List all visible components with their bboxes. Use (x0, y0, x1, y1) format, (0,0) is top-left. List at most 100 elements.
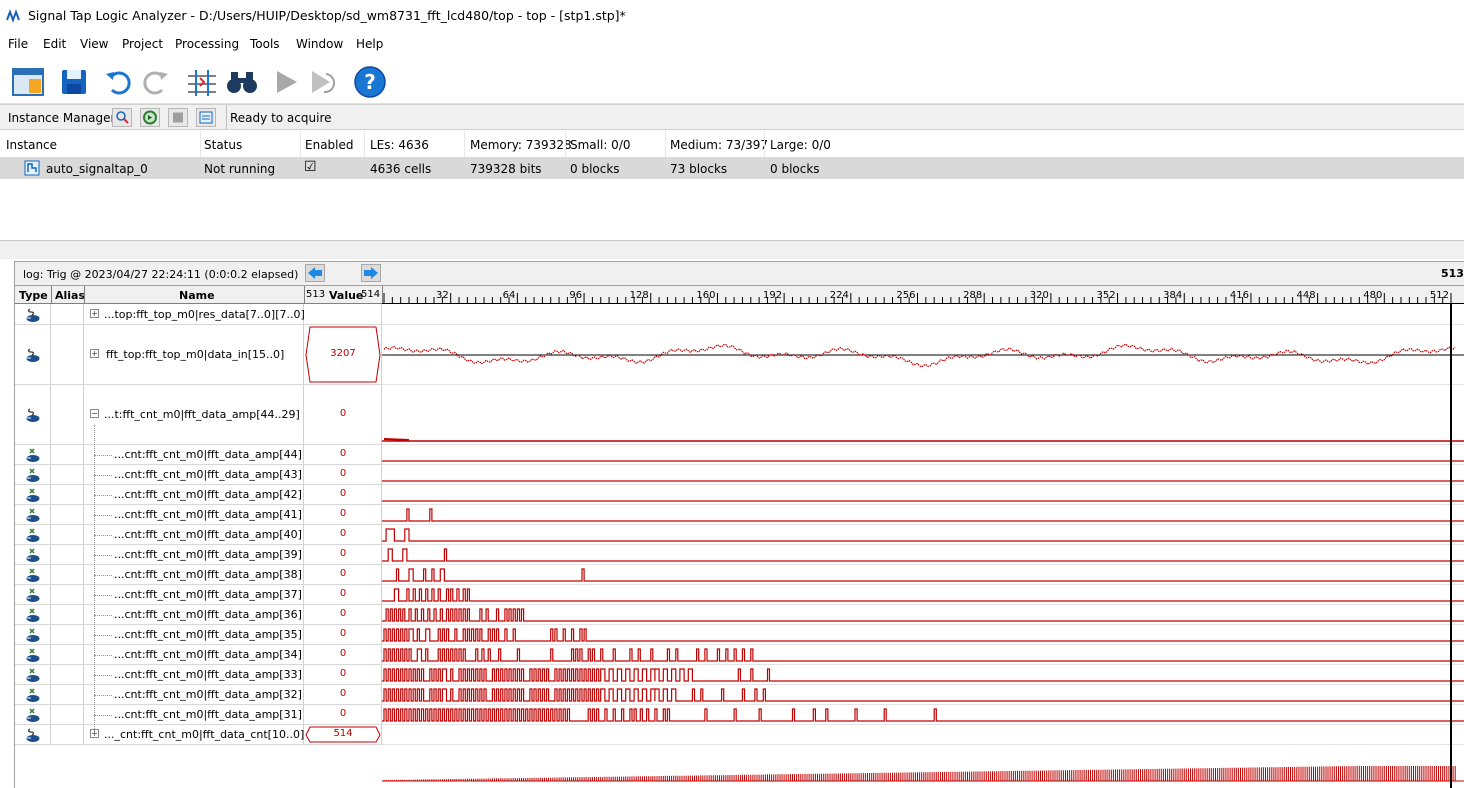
run-icon[interactable] (268, 64, 304, 100)
col-name[interactable]: Name (179, 289, 215, 302)
menu-processing[interactable]: Processing (175, 37, 239, 51)
tree-connector (94, 555, 112, 556)
col-enabled[interactable]: Enabled (305, 138, 354, 152)
autorun-analysis-button[interactable] (140, 108, 160, 127)
col-medium[interactable]: Medium: 73/397 (670, 138, 768, 152)
type-cell (15, 705, 51, 724)
stop-analysis-button[interactable] (168, 108, 188, 127)
stop-icon (173, 112, 183, 123)
col-memory[interactable]: Memory: 739328 (470, 138, 572, 152)
node-finder-icon[interactable] (184, 64, 220, 100)
expand-icon[interactable]: + (90, 308, 99, 318)
menu-window[interactable]: Window (296, 37, 343, 51)
value-range-right: 514 (361, 289, 381, 300)
col-status[interactable]: Status (204, 138, 242, 152)
bus-node-icon (26, 307, 40, 322)
name-cell: ...cnt:fft_cnt_m0|fft_data_amp[38] (84, 565, 304, 584)
icon-stroke (29, 448, 35, 454)
type-cell (15, 505, 51, 524)
svg-text:?: ? (364, 70, 376, 94)
type-cell (15, 385, 51, 444)
type-cell (15, 605, 51, 624)
alias-cell (51, 385, 84, 444)
signal-value: 0 (339, 568, 347, 579)
redo-icon[interactable] (138, 64, 174, 100)
instance-manager-label: Instance Manager: (8, 111, 120, 125)
amp-bus-trace (383, 438, 410, 441)
icon-stroke (28, 408, 34, 416)
undo-icon[interactable] (100, 64, 136, 100)
signal-name: ...cnt:fft_cnt_m0|fft_data_amp[32] (114, 688, 302, 701)
ruler-tick-label: 480 (1363, 290, 1382, 301)
next-log-button[interactable] (361, 264, 381, 282)
icon-stroke (29, 708, 35, 714)
log-label: log: Trig @ 2023/04/27 22:24:11 (0:0:0.2… (23, 268, 299, 281)
icon-stroke (29, 468, 35, 474)
alias-cell (51, 465, 84, 484)
prev-log-button[interactable] (305, 264, 325, 282)
col-separator (304, 286, 305, 304)
enabled-checkbox[interactable]: ☑ (304, 159, 317, 175)
instance-panel-empty (0, 179, 1464, 241)
icon-stroke (29, 608, 35, 614)
panel-splitter[interactable] (0, 241, 1464, 259)
menu-edit[interactable]: Edit (43, 37, 66, 51)
scan-chain-button[interactable] (112, 108, 132, 127)
col-small[interactable]: Small: 0/0 (570, 138, 631, 152)
col-separator (764, 131, 765, 157)
binoculars-icon[interactable] (224, 64, 260, 100)
menu-tools[interactable]: Tools (250, 37, 280, 51)
col-type[interactable]: Type (19, 289, 48, 302)
value-cell: 0 (304, 385, 382, 444)
bit-trace (382, 708, 1464, 722)
value-cell: 0 (304, 485, 382, 504)
expand-icon[interactable]: + (90, 349, 99, 358)
alias-cell (51, 445, 84, 464)
signal-value: 0 (339, 688, 347, 699)
tree-connector (94, 475, 112, 476)
autorun-icon[interactable] (306, 64, 342, 100)
tree-connector (94, 615, 112, 616)
bit-trace (382, 608, 1464, 622)
collapse-icon[interactable]: − (90, 409, 99, 418)
waveform-viewer: log: Trig @ 2023/04/27 22:24:11 (0:0:0.2… (14, 261, 1464, 788)
menu-file[interactable]: File (8, 37, 28, 51)
tree-connector (94, 635, 112, 636)
bit-trace (382, 688, 1464, 702)
type-cell (15, 725, 51, 744)
menu-view[interactable]: View (80, 37, 108, 51)
signal-value: 0 (339, 668, 347, 679)
bit-node-icon (26, 648, 40, 662)
menu-project[interactable]: Project (122, 37, 163, 51)
icon-stroke (29, 568, 35, 574)
waveform-canvas[interactable] (382, 304, 1464, 788)
bit-trace (382, 528, 1464, 542)
icon-stroke (29, 688, 35, 694)
col-value[interactable]: Value (329, 289, 363, 302)
bit-node-icon (26, 688, 40, 702)
icon-stroke (29, 528, 35, 534)
value-cell: 0 (304, 625, 382, 644)
menu-help[interactable]: Help (356, 37, 383, 51)
value-cell: 0 (304, 705, 382, 724)
name-cell: ...cnt:fft_cnt_m0|fft_data_amp[36] (84, 605, 304, 624)
value-cell: 0 (304, 645, 382, 664)
alias-cell (51, 705, 84, 724)
cursor-position-label: 513 (1441, 267, 1464, 280)
log-bar: log: Trig @ 2023/04/27 22:24:11 (0:0:0.2… (15, 262, 1464, 286)
alias-cell (51, 545, 84, 564)
tree-connector (94, 515, 112, 516)
instance-row[interactable]: auto_signaltap_0 Not running ☑ 4636 cell… (0, 157, 1464, 179)
open-window-icon[interactable] (10, 64, 46, 100)
col-separator (51, 286, 52, 304)
col-alias[interactable]: Alias (55, 289, 85, 302)
save-icon[interactable] (56, 64, 92, 100)
col-large[interactable]: Large: 0/0 (770, 138, 831, 152)
ruler-tick-label: 192 (763, 290, 782, 301)
bit-trace (382, 508, 1464, 522)
col-instance[interactable]: Instance (6, 138, 57, 152)
read-data-button[interactable] (196, 108, 216, 127)
col-les[interactable]: LEs: 4636 (370, 138, 429, 152)
help-icon[interactable]: ? (352, 64, 388, 100)
bit-trace (382, 588, 1464, 602)
